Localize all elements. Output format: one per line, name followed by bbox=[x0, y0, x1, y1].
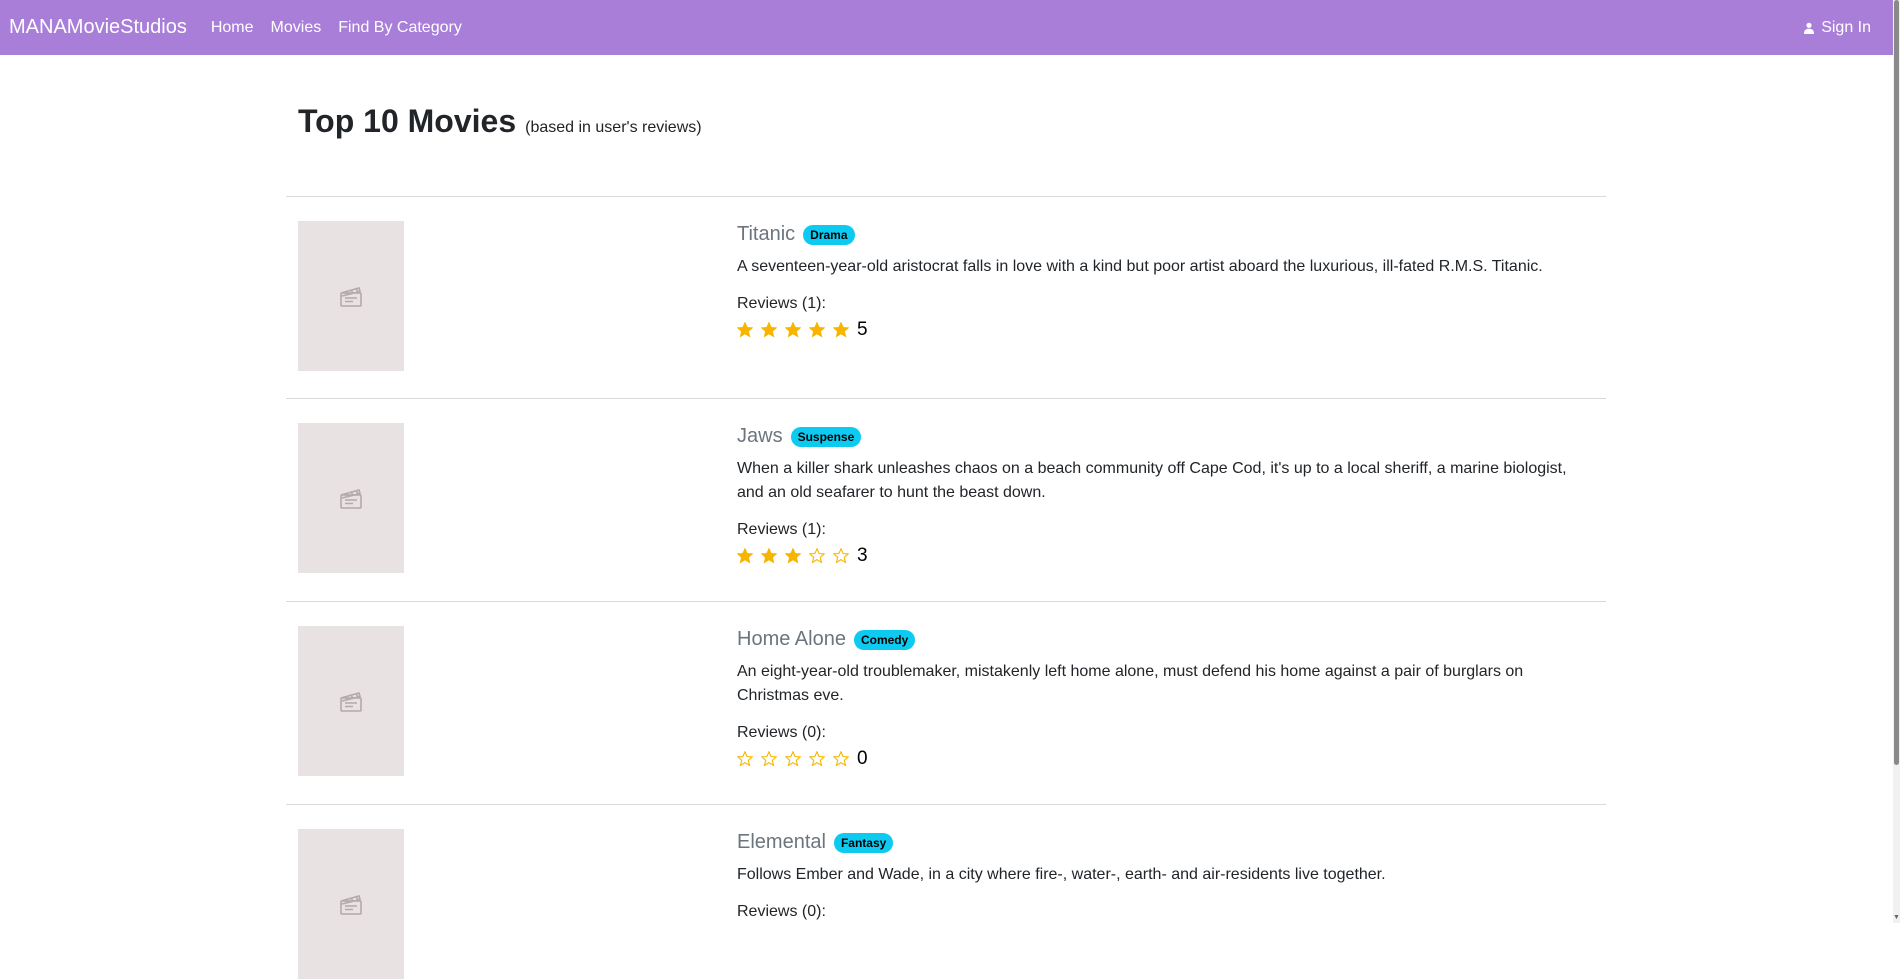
movie-title[interactable]: Jaws bbox=[737, 425, 783, 448]
movie-info: Elemental Fantasy Follows Ember and Wade, … bbox=[737, 831, 1597, 921]
reviews-label: Reviews (1): bbox=[737, 295, 826, 312]
movie-item: Elemental Fantasy Follows Ember and Wade, … bbox=[286, 804, 1606, 979]
category-badge: Drama bbox=[803, 224, 855, 245]
movie-title-row: Elemental Fantasy bbox=[737, 831, 1597, 854]
user-icon bbox=[1804, 22, 1815, 34]
scrollbar-thumb[interactable] bbox=[1894, 0, 1899, 765]
movie-poster[interactable] bbox=[298, 423, 404, 573]
movie-title-row: Titanic Drama bbox=[737, 223, 1597, 246]
navbar: MANAMovieStudios Home Movies Find By Cat… bbox=[0, 0, 1893, 55]
movie-description: Follows Ember and Wade, in a city where … bbox=[737, 866, 1386, 883]
clapperboard-icon bbox=[340, 692, 362, 712]
star-filled-icon bbox=[833, 322, 849, 338]
star-rating: 5 bbox=[737, 319, 1597, 341]
star-rating: 0 bbox=[737, 748, 1597, 770]
movie-item: Titanic Drama A seventeen-year-old aristoc… bbox=[286, 196, 1606, 398]
star-empty-icon bbox=[833, 548, 849, 564]
star-empty-icon bbox=[809, 751, 825, 767]
movie-poster[interactable] bbox=[298, 221, 404, 371]
movie-title[interactable]: Home Alone bbox=[737, 628, 846, 651]
brand-logo[interactable]: MANAMovieStudios bbox=[9, 16, 187, 39]
scroll-down-arrow-icon[interactable]: ▼ bbox=[1893, 913, 1900, 923]
movie-title-row: Jaws Suspense bbox=[737, 425, 1597, 448]
category-badge: Suspense bbox=[790, 426, 862, 447]
nav-link-home[interactable]: Home bbox=[211, 19, 254, 37]
nav-link-find-by-category[interactable]: Find By Category bbox=[338, 19, 462, 37]
star-filled-icon bbox=[809, 322, 825, 338]
movie-item: Jaws Suspense When a killer shark unleashe… bbox=[286, 398, 1606, 601]
page-header: Top 10 Movies (based in user's reviews) bbox=[298, 103, 702, 140]
star-empty-icon bbox=[833, 751, 849, 767]
page-subtitle: (based in user's reviews) bbox=[525, 119, 702, 136]
movie-description: A seventeen-year-old aristocrat falls in… bbox=[737, 258, 1543, 275]
star-empty-icon bbox=[809, 548, 825, 564]
movie-description: An eight-year-old troublemaker, mistaken… bbox=[737, 663, 1524, 704]
movie-poster[interactable] bbox=[298, 626, 404, 776]
reviews-label: Reviews (1): bbox=[737, 521, 826, 538]
page-title: Top 10 Movies bbox=[298, 103, 517, 139]
movie-info: Titanic Drama A seventeen-year-old aristoc… bbox=[737, 223, 1597, 341]
star-empty-icon bbox=[785, 751, 801, 767]
category-badge: Fantasy bbox=[833, 832, 894, 853]
star-filled-icon bbox=[737, 322, 753, 338]
movie-info: Jaws Suspense When a killer shark unleashe… bbox=[737, 425, 1597, 567]
sign-in-label: Sign In bbox=[1821, 18, 1871, 36]
star-filled-icon bbox=[761, 322, 777, 338]
rating-value: 5 bbox=[857, 319, 868, 340]
rating-value: 0 bbox=[857, 748, 868, 769]
reviews-label: Reviews (0): bbox=[737, 903, 826, 920]
scrollbar[interactable]: ▼ bbox=[1893, 0, 1900, 923]
movie-item: Home Alone Comedy An eight-year-old troubl… bbox=[286, 601, 1606, 804]
movie-title[interactable]: Elemental bbox=[737, 831, 826, 854]
star-empty-icon bbox=[761, 751, 777, 767]
clapperboard-icon bbox=[340, 489, 362, 509]
movie-info: Home Alone Comedy An eight-year-old troubl… bbox=[737, 628, 1597, 770]
movie-title-row: Home Alone Comedy bbox=[737, 628, 1597, 651]
clapperboard-icon bbox=[340, 287, 362, 307]
movie-list: Titanic Drama A seventeen-year-old aristoc… bbox=[286, 196, 1606, 979]
star-filled-icon bbox=[761, 548, 777, 564]
nav-link-movies[interactable]: Movies bbox=[271, 19, 322, 37]
category-badge: Comedy bbox=[853, 629, 916, 650]
star-filled-icon bbox=[785, 322, 801, 338]
rating-value: 3 bbox=[857, 545, 868, 566]
star-rating: 3 bbox=[737, 545, 1597, 567]
reviews-label: Reviews (0): bbox=[737, 724, 826, 741]
star-empty-icon bbox=[737, 751, 753, 767]
movie-poster[interactable] bbox=[298, 829, 404, 979]
movie-title[interactable]: Titanic bbox=[737, 223, 795, 246]
sign-in-link[interactable]: Sign In bbox=[1803, 0, 1871, 55]
movie-description: When a killer shark unleashes chaos on a… bbox=[737, 460, 1567, 501]
clapperboard-icon bbox=[340, 895, 362, 915]
nav-links: Home Movies Find By Category bbox=[211, 19, 479, 37]
star-filled-icon bbox=[737, 548, 753, 564]
star-filled-icon bbox=[785, 548, 801, 564]
